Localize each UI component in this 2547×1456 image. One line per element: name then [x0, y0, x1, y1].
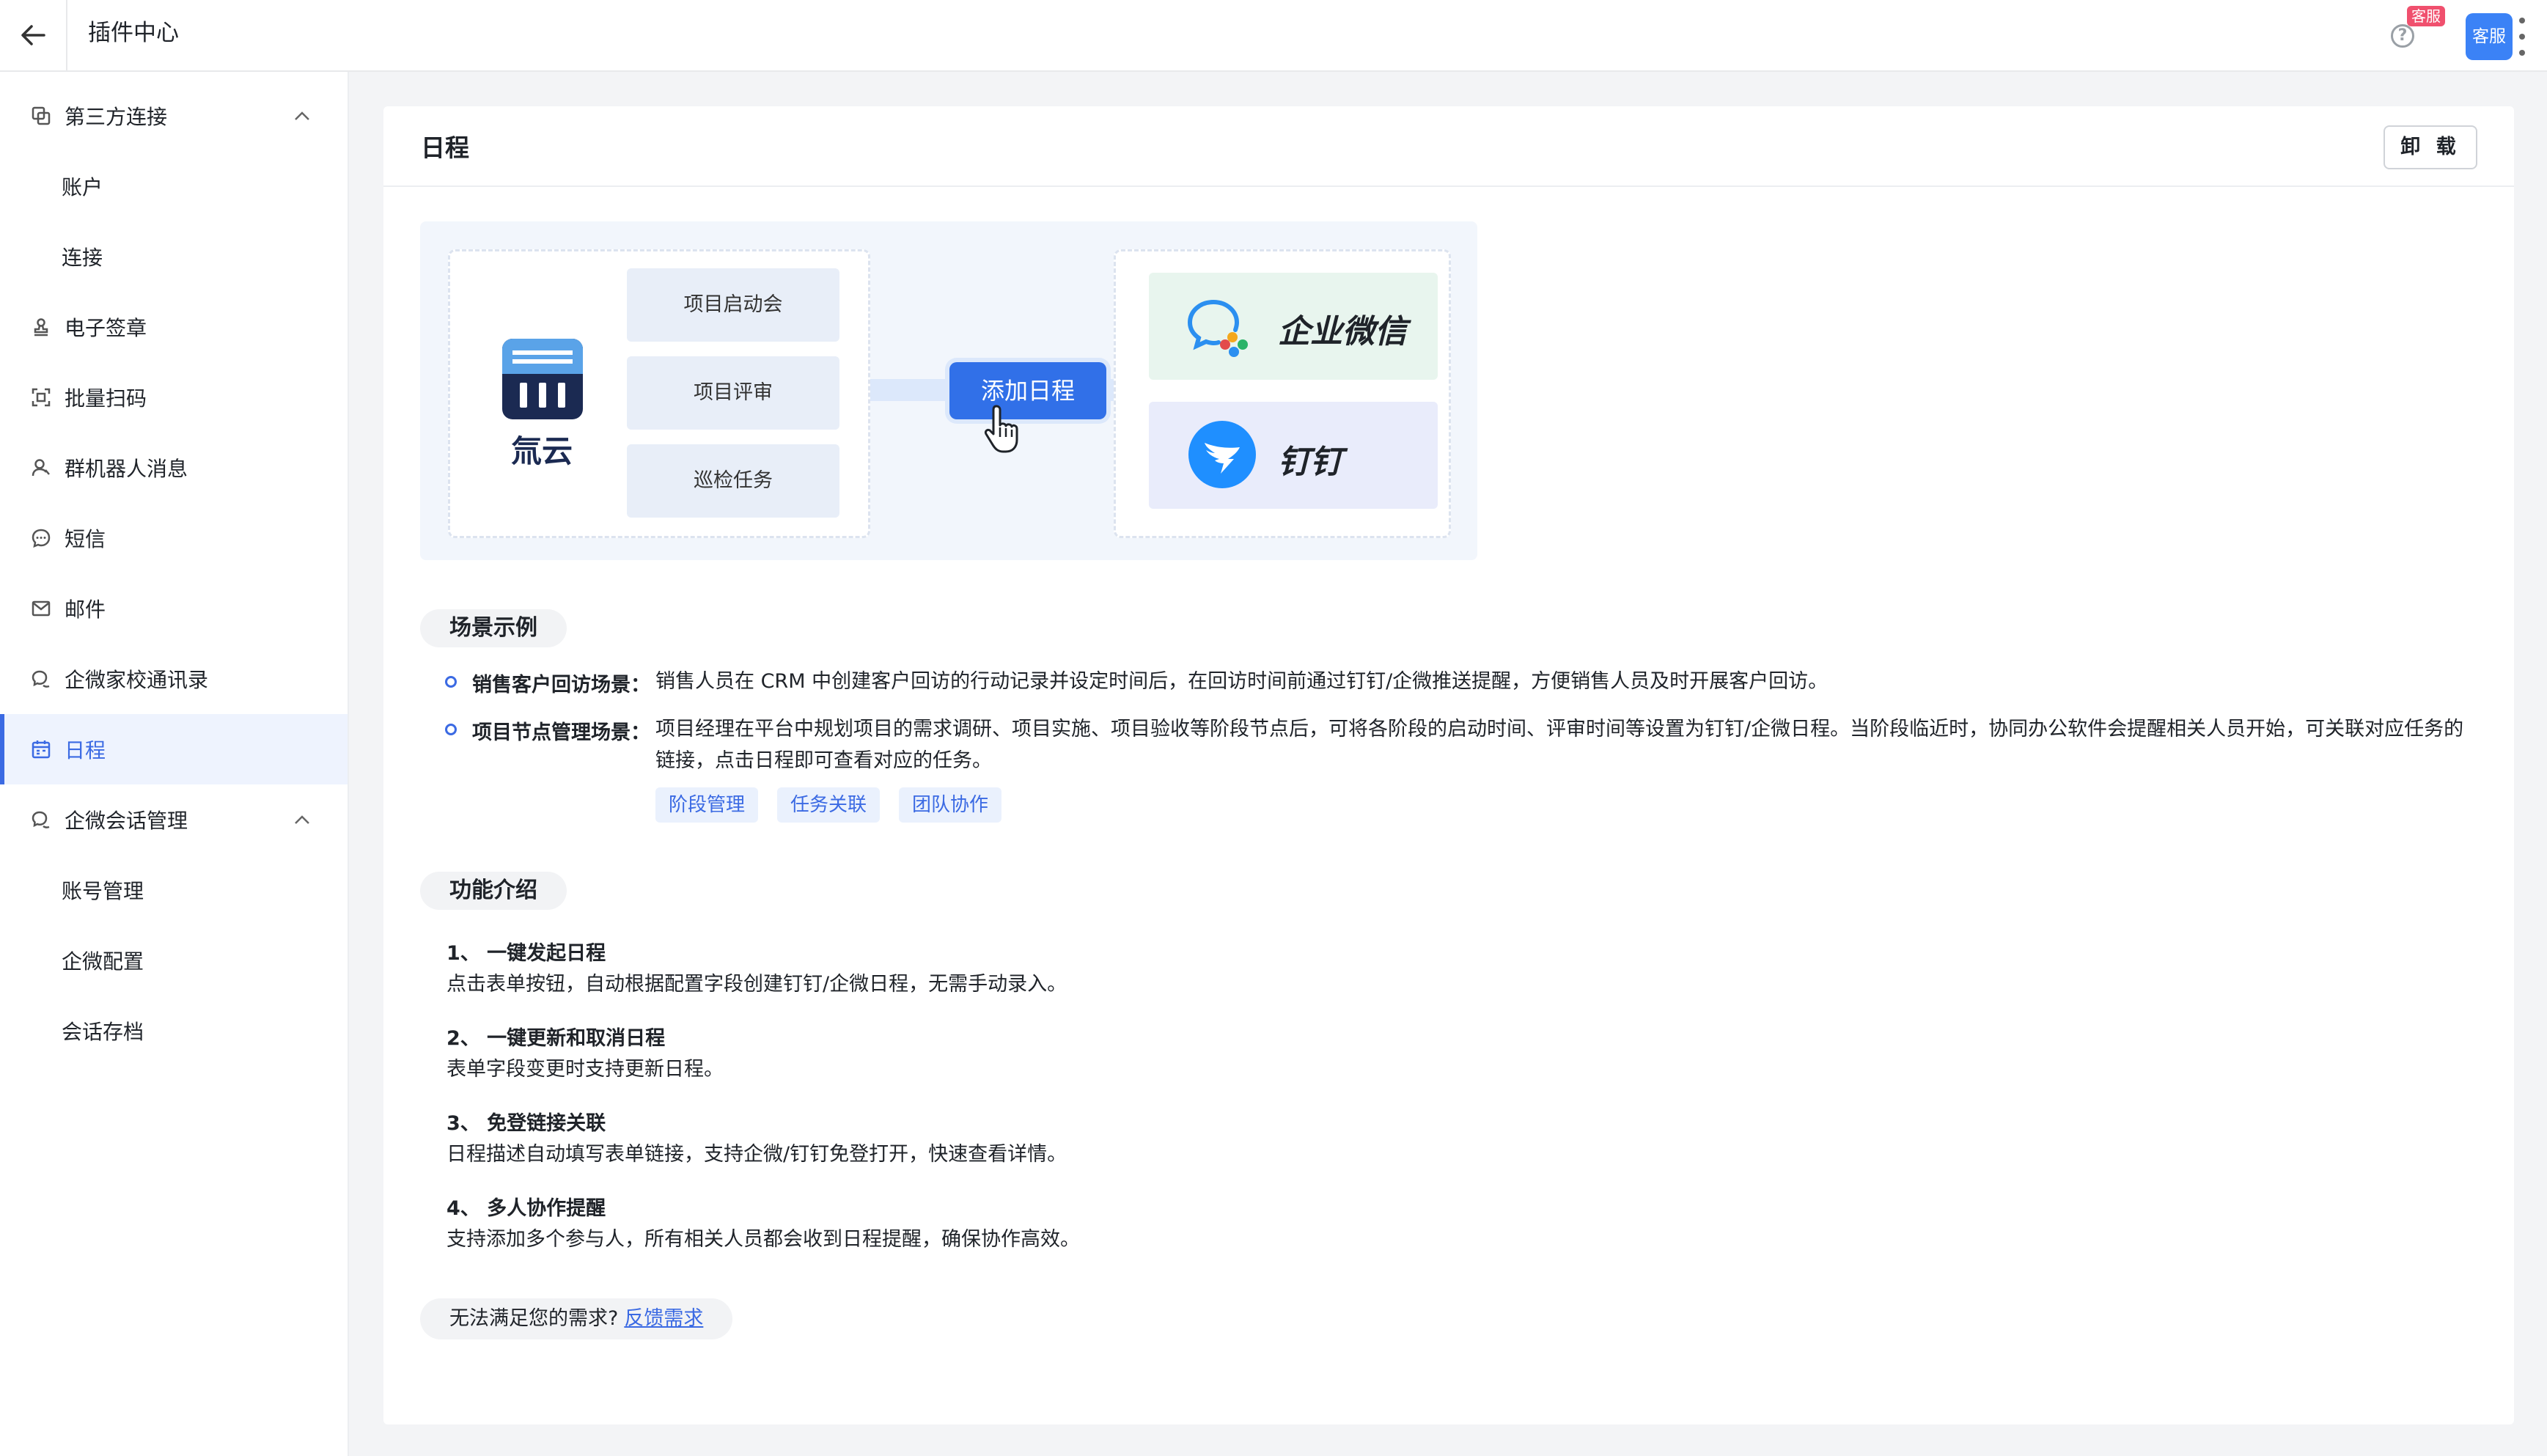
contacts-icon [32, 670, 50, 688]
sidebar-item-account[interactable]: 账户 [0, 151, 348, 221]
scene-section-title: 场景示例 [420, 609, 567, 647]
back-button[interactable] [0, 0, 67, 70]
bullet-icon [445, 724, 457, 735]
logo-text: 氚云 [510, 433, 573, 469]
sidebar-item-mail[interactable]: 邮件 [0, 573, 348, 644]
card-header: 日程 卸 载 [383, 106, 2514, 187]
sidebar-item-label: 短信 [65, 527, 106, 551]
feedback-link[interactable]: 反馈需求 [624, 1307, 703, 1330]
scene-label: 项目节点管理场景： [472, 721, 650, 744]
task-card: 项目启动会 [627, 268, 839, 342]
feature-title: 1、 一键发起日程 [446, 942, 606, 965]
feedback-bar: 无法满足您的需求? 反馈需求 [420, 1298, 733, 1339]
chevron-up-icon[interactable] [293, 107, 311, 125]
sidebar-item-label: 企微配置 [62, 949, 144, 974]
task-card: 巡检任务 [627, 444, 839, 518]
scan-icon [32, 388, 51, 407]
feedback-text: 无法满足您的需求? [449, 1307, 619, 1330]
integration-illustration: 氚云 项目启动会 项目评审 巡检任务 添加日程 企业微信 钉钉 [420, 221, 1477, 560]
sidebar-item-label: 连接 [62, 246, 103, 270]
chevron-up-icon[interactable] [293, 811, 311, 828]
sidebar-item-label: 电子签章 [65, 316, 147, 340]
page-header-title: 插件中心 [88, 20, 179, 46]
add-schedule-button: 添加日程 [949, 362, 1106, 419]
sidebar-item-label: 第三方连接 [65, 105, 168, 129]
sidebar: 第三方连接 账户 连接 电子签章 批量扫码 群机器人消息 短信 邮件 企微家校通… [0, 72, 349, 1456]
uninstall-button[interactable]: 卸 载 [2384, 125, 2477, 169]
tag: 团队协作 [899, 787, 1002, 823]
more-icon[interactable] [2519, 18, 2525, 56]
help-icon[interactable]: ? [2391, 24, 2414, 48]
sidebar-item-label: 账户 [62, 175, 103, 199]
chat-bubble-icon [32, 529, 51, 548]
tag: 阶段管理 [655, 787, 759, 823]
dingtalk-name: 钉钉 [1278, 444, 1342, 481]
sidebar-item-label: 批量扫码 [65, 386, 147, 411]
sidebar-item-robot-message[interactable]: 群机器人消息 [0, 433, 348, 503]
mail-icon [32, 600, 51, 617]
feature-desc: 点击表单按钮，自动根据配置字段创建钉钉/企微日程，无需手动录入。 [446, 973, 1067, 996]
sidebar-item-third-party[interactable]: 第三方连接 [0, 81, 348, 151]
sidebar-item-label: 邮件 [65, 598, 106, 622]
sidebar-item-e-signature[interactable]: 电子签章 [0, 292, 348, 362]
sidebar-item-label: 日程 [65, 738, 106, 762]
sidebar-item-wecom-config[interactable]: 企微配置 [0, 925, 348, 996]
calendar-icon [32, 740, 51, 759]
dingtalk-card: 钉钉 [1149, 402, 1438, 509]
sidebar-item-label: 会话存档 [62, 1020, 144, 1044]
customer-service-button[interactable]: 客服 [2466, 13, 2513, 60]
feature-desc: 支持添加多个参与人，所有相关人员都会收到日程提醒，确保协作高效。 [446, 1228, 1080, 1251]
stamp-icon [34, 318, 48, 337]
top-bar: 插件中心 ? 客服 客服 [0, 0, 2547, 72]
feature-desc: 表单字段变更时支持更新日程。 [446, 1058, 724, 1081]
scene-text: 销售人员在 CRM 中创建客户回访的行动记录并设定时间后，在回访时间前通过钉钉/… [655, 670, 1829, 693]
sidebar-item-schedule[interactable]: 日程 [0, 714, 348, 784]
hand-cursor-icon [984, 405, 1018, 453]
bullet-icon [445, 676, 457, 688]
sidebar-item-account-management[interactable]: 账号管理 [0, 855, 348, 925]
feature-title: 2、 一键更新和取消日程 [446, 1027, 666, 1050]
sidebar-item-label: 企微家校通讯录 [65, 668, 209, 692]
copy-icon [32, 106, 51, 125]
wecom-name: 企业微信 [1278, 313, 1407, 350]
sidebar-item-connection[interactable]: 连接 [0, 221, 348, 292]
wecom-logo-icon [1187, 300, 1248, 357]
sidebar-item-chat-archive[interactable]: 会话存档 [0, 996, 348, 1066]
feature-section-title: 功能介绍 [420, 872, 567, 910]
sidebar-item-label: 账号管理 [62, 879, 144, 903]
chat-icon [32, 811, 50, 828]
sidebar-item-label: 群机器人消息 [65, 457, 188, 481]
sidebar-item-sms[interactable]: 短信 [0, 503, 348, 573]
feature-title: 4、 多人协作提醒 [446, 1197, 606, 1220]
wecom-card: 企业微信 [1149, 273, 1438, 380]
arrow-left-icon [21, 25, 45, 45]
scene-text: 项目经理在平台中规划项目的需求调研、项目实施、项目验收等阶段节点后，可将各阶段的… [655, 718, 2464, 772]
feature-title: 3、 免登链接关联 [446, 1112, 606, 1135]
help-badge: 客服 [2407, 6, 2445, 26]
dingtalk-logo-icon [1188, 421, 1256, 488]
tag: 任务关联 [777, 787, 881, 823]
chuanyun-logo-icon [502, 339, 583, 419]
sidebar-item-label: 企微会话管理 [65, 809, 188, 833]
sidebar-item-wecom-chat[interactable]: 企微会话管理 [0, 784, 348, 855]
robot-icon [32, 459, 50, 477]
sidebar-item-contacts[interactable]: 企微家校通讯录 [0, 644, 348, 714]
task-card: 项目评审 [627, 356, 839, 430]
scene-label: 销售客户回访场景： [472, 674, 650, 696]
sidebar-item-batch-scan[interactable]: 批量扫码 [0, 362, 348, 433]
feature-desc: 日程描述自动填写表单链接，支持企微/钉钉免登打开，快速查看详情。 [446, 1143, 1067, 1166]
plugin-detail-card: 日程 卸 载 氚云 项目启动会 项目评审 巡检任务 添加日程 企业微信 钉钉 场… [383, 106, 2514, 1424]
page-title: 日程 [421, 133, 469, 162]
